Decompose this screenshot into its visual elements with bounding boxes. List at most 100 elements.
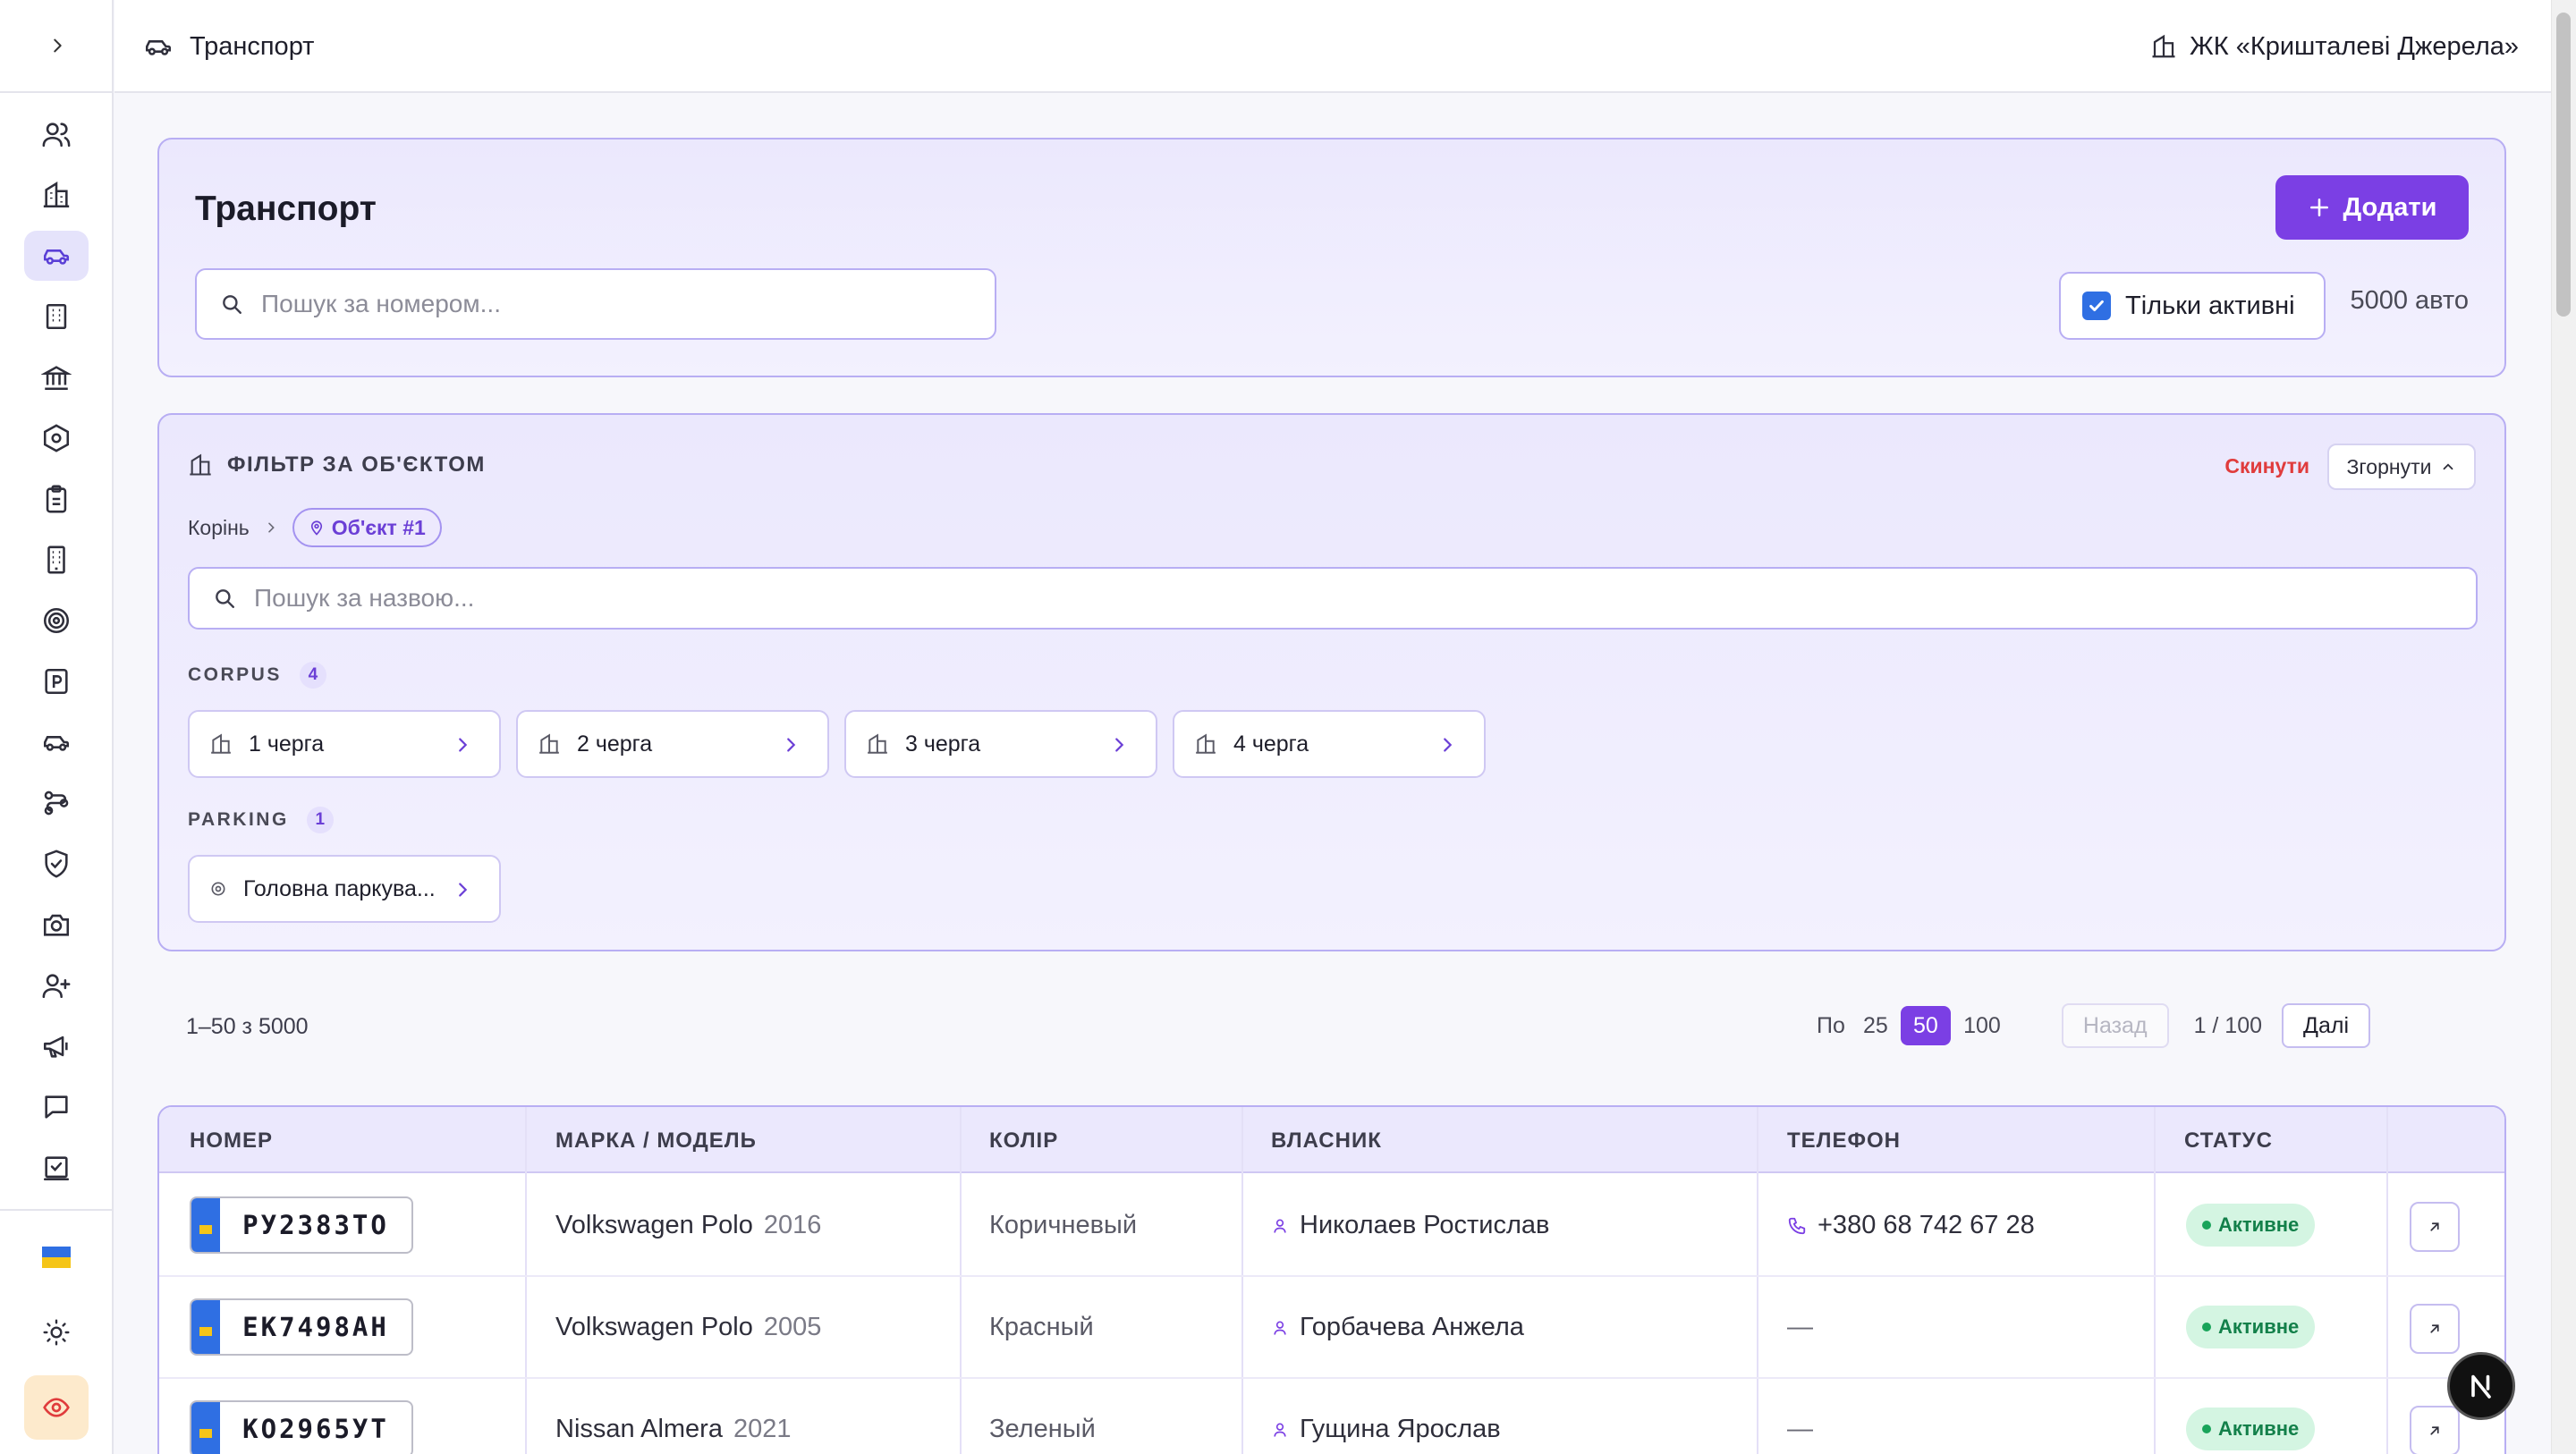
corpus-tile-4[interactable]: 4 черга — [1173, 710, 1486, 778]
sidebar-item-vehicles[interactable] — [24, 717, 89, 767]
ua-flag-icon — [191, 1402, 220, 1454]
sidebar-item-residents[interactable] — [24, 109, 89, 159]
only-active-checkbox[interactable] — [2082, 292, 2111, 320]
sidebar-item-requests[interactable] — [24, 474, 89, 524]
column-header-plate[interactable]: НОМЕР — [190, 1129, 273, 1154]
status-label: Активне — [2218, 1417, 2300, 1440]
open-vehicle-button[interactable] — [2410, 1202, 2460, 1252]
page-scrollbar[interactable] — [2551, 0, 2576, 1454]
user-plus-icon — [42, 974, 71, 999]
object-search-input[interactable]: Пошук за назвою... — [188, 567, 2478, 630]
sidebar-item-objects[interactable] — [24, 535, 89, 585]
breadcrumb-root[interactable]: Корінь — [188, 516, 250, 540]
prev-page-button[interactable]: Назад — [2061, 1003, 2169, 1048]
sidebar-item-cameras[interactable] — [24, 900, 89, 950]
sidebar-item-targets[interactable] — [24, 596, 89, 646]
theme-toggle-button[interactable] — [24, 1300, 89, 1365]
group-name: PARKING — [188, 809, 289, 830]
owner-cell[interactable]: Николаев Ростислав — [1271, 1211, 1549, 1240]
open-vehicle-button[interactable] — [2410, 1406, 2460, 1454]
object-filter-card: ФІЛЬТР ЗА ОБ'ЄКТОМ Скинути Згорнути Корі… — [157, 413, 2506, 951]
table-row[interactable]: ЕК7498АН Volkswagen Polo 2005 Красный Го… — [159, 1277, 2504, 1379]
eye-icon — [43, 1398, 70, 1417]
phone-number: +380 68 742 67 28 — [1818, 1211, 2035, 1239]
model-name: Volkswagen Polo — [555, 1313, 753, 1341]
user-icon — [1274, 1423, 1286, 1437]
reset-filter-button[interactable]: Скинути — [2224, 454, 2309, 478]
chevron-right-icon — [267, 522, 275, 533]
sidebar-item-tasks[interactable] — [24, 1143, 89, 1193]
license-plate: ЕК7498АН — [190, 1298, 413, 1356]
owner-cell[interactable]: Горбачева Анжела — [1271, 1313, 1524, 1342]
table-row[interactable]: КО2965УТ Nissan Almera 2021 Зеленый Гущи… — [159, 1379, 2504, 1454]
sidebar-item-routes[interactable] — [24, 778, 89, 828]
office-icon — [46, 303, 67, 330]
sidebar-item-complexes[interactable] — [24, 170, 89, 220]
sidebar-item-announcements[interactable] — [24, 1021, 89, 1071]
breadcrumb-current[interactable]: Об'єкт #1 — [292, 508, 442, 547]
owner-cell[interactable]: Гущина Ярослав — [1271, 1415, 1501, 1444]
phone-cell: — — [1787, 1415, 1813, 1443]
corpus-tile-3[interactable]: 3 черга — [844, 710, 1157, 778]
per-page-100[interactable]: 100 — [1951, 1006, 2013, 1045]
visibility-toggle-button[interactable] — [24, 1375, 89, 1440]
breadcrumb: Корінь Об'єкт #1 — [188, 508, 442, 547]
plus-icon — [2309, 199, 2328, 216]
building-icon — [1196, 733, 1216, 754]
owner-name: Гущина Ярослав — [1300, 1415, 1501, 1443]
color-cell: Красный — [989, 1313, 1094, 1341]
sidebar-item-transport[interactable] — [24, 231, 89, 281]
sidebar-item-parking[interactable] — [24, 656, 89, 706]
scrollbar-thumb[interactable] — [2556, 13, 2571, 317]
column-header-owner[interactable]: ВЛАСНИК — [1271, 1129, 1382, 1154]
plate-search-input[interactable]: Пошук за номером... — [195, 268, 996, 340]
per-page-25[interactable]: 25 — [1851, 1006, 1901, 1045]
app-root: Транспорт ЖК «Кришталеві Джерела» Трансп… — [0, 0, 2576, 1454]
corpus-tile-1[interactable]: 1 черга — [188, 710, 501, 778]
corpus-tile-2[interactable]: 2 черга — [516, 710, 829, 778]
sidebar-item-security[interactable] — [24, 839, 89, 889]
sidebar-item-messages[interactable] — [24, 1082, 89, 1132]
page-title: Транспорт — [195, 190, 377, 228]
chevron-right-icon — [787, 738, 796, 752]
table-row[interactable]: РУ2383ТО Volkswagen Polo 2016 Коричневый… — [159, 1175, 2504, 1277]
language-button[interactable] — [24, 1225, 89, 1289]
phone-cell[interactable]: +380 68 742 67 28 — [1787, 1211, 2035, 1240]
parking-tile-1[interactable]: Головна паркува... — [188, 855, 501, 923]
phone-cell: — — [1787, 1313, 1813, 1341]
sidebar-item-services[interactable] — [24, 413, 89, 463]
model-name: Nissan Almera — [555, 1415, 723, 1443]
chevron-up-icon — [2444, 463, 2453, 470]
sidebar-item-invite[interactable] — [24, 960, 89, 1010]
column-header-color[interactable]: КОЛІР — [989, 1129, 1058, 1154]
camera-icon — [43, 914, 70, 936]
only-active-toggle[interactable]: Тільки активні — [2059, 272, 2326, 340]
collapse-filter-button[interactable]: Згорнути — [2327, 444, 2476, 490]
group-header-corpus: CORPUS 4 — [188, 662, 326, 689]
object-search-placeholder: Пошук за назвою... — [254, 584, 475, 612]
add-vehicle-button[interactable]: Додати — [2275, 175, 2469, 240]
sidebar-item-institutions[interactable] — [24, 352, 89, 402]
next-page-button[interactable]: Далі — [2282, 1003, 2370, 1048]
parking-icon — [45, 668, 68, 695]
owner-name: Горбачева Анжела — [1300, 1313, 1524, 1341]
column-header-phone[interactable]: ТЕЛЕФОН — [1787, 1129, 1901, 1154]
license-plate: РУ2383ТО — [190, 1196, 413, 1254]
car-icon — [43, 249, 70, 265]
column-header-status[interactable]: СТАТУС — [2184, 1129, 2273, 1154]
per-page-label: По — [1817, 1012, 1845, 1038]
model-year: 2021 — [733, 1415, 792, 1443]
sidebar-item-buildings[interactable] — [24, 292, 89, 342]
per-page-50[interactable]: 50 — [1900, 1006, 1951, 1045]
task-icon — [43, 1156, 70, 1181]
open-vehicle-button[interactable] — [2410, 1304, 2460, 1354]
column-header-model[interactable]: МАРКА / МОДЕЛЬ — [555, 1129, 757, 1154]
topbar: Транспорт ЖК «Кришталеві Джерела» — [114, 0, 2551, 93]
nextjs-dev-badge[interactable] — [2447, 1352, 2515, 1420]
sidebar-toggle-button[interactable] — [0, 0, 114, 93]
color-cell: Зеленый — [989, 1415, 1096, 1443]
arrow-up-right-icon — [2430, 1222, 2439, 1231]
building-icon — [190, 453, 211, 476]
complex-selector[interactable]: ЖК «Кришталеві Джерела» — [2150, 0, 2519, 93]
topbar-title-group: Транспорт — [143, 0, 314, 93]
